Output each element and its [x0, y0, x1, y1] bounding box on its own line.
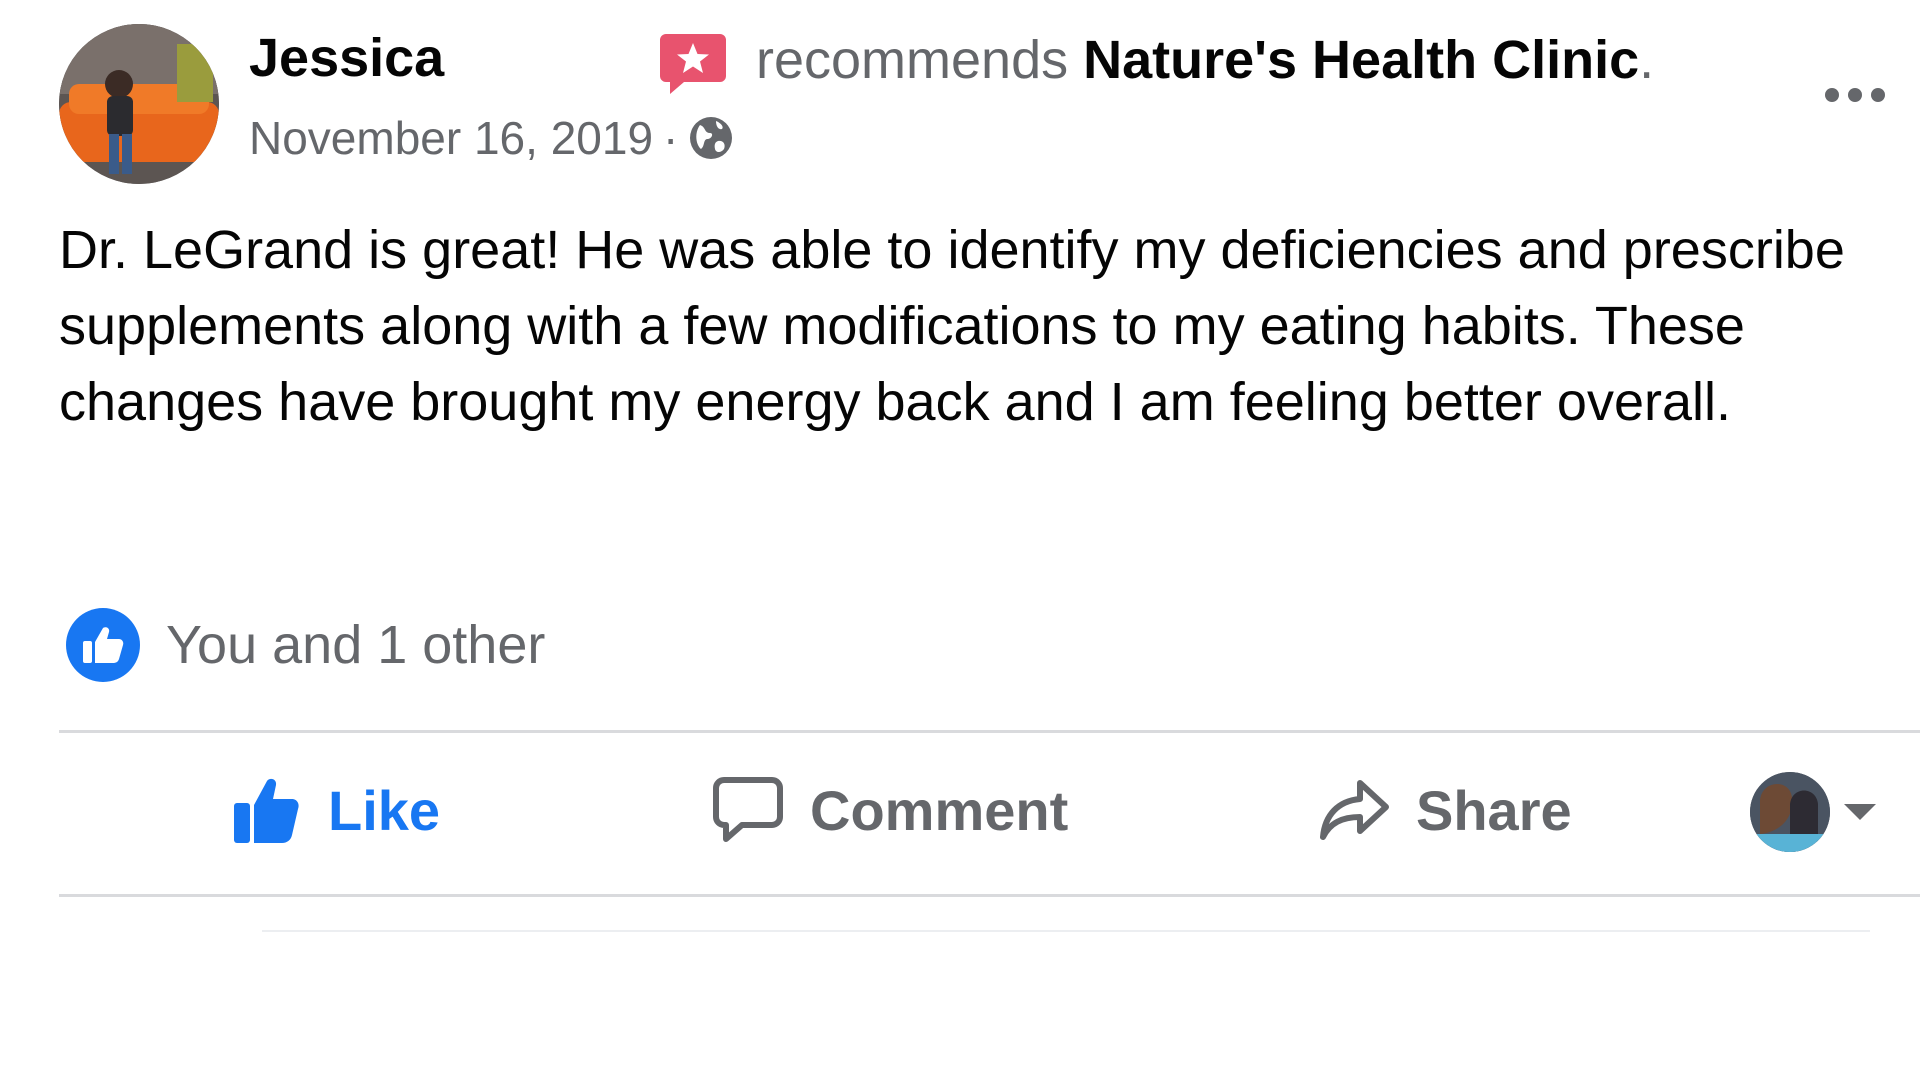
like-label: Like: [328, 778, 441, 842]
page-name-link[interactable]: Nature's Health Clinic: [1083, 30, 1639, 90]
comments-divider: [262, 930, 1870, 932]
meta-separator: ·: [663, 112, 679, 164]
reactions-summary[interactable]: You and 1 other: [66, 608, 545, 682]
post-meta: November 16, 2019 ·: [249, 110, 734, 166]
page-name-suffix: .: [1639, 30, 1655, 90]
recommends-label: recommends: [756, 30, 1069, 90]
divider-bottom: [59, 894, 1920, 897]
user-avatar: [1750, 772, 1830, 852]
comment-label: Comment: [810, 778, 1069, 842]
reactions-text[interactable]: You and 1 other: [166, 614, 545, 676]
globe-icon[interactable]: [688, 115, 734, 161]
like-button[interactable]: Like: [232, 770, 440, 850]
more-dot: [1848, 88, 1862, 102]
thumbs-up-icon: [232, 775, 302, 845]
chevron-down-icon: [1844, 804, 1876, 820]
more-dot: [1871, 88, 1885, 102]
comment-button[interactable]: Comment: [712, 770, 1068, 850]
divider-top: [59, 730, 1920, 733]
share-label: Share: [1416, 778, 1572, 842]
post-date[interactable]: November 16, 2019: [249, 110, 653, 166]
recommendation-icon: [658, 30, 728, 96]
author-name[interactable]: Jessica: [249, 26, 444, 90]
author-avatar[interactable]: [59, 24, 219, 184]
comment-icon: [712, 775, 784, 845]
more-options-icon[interactable]: [1810, 70, 1900, 120]
recommendation-line: recommends Nature's Health Clinic.: [756, 28, 1654, 92]
more-dot: [1825, 88, 1839, 102]
share-icon: [1318, 777, 1390, 843]
share-button[interactable]: Share: [1318, 770, 1572, 850]
like-reaction-icon: [66, 608, 140, 682]
post-text: Dr. LeGrand is great! He was able to ide…: [59, 220, 1845, 432]
post-as-selector[interactable]: [1750, 772, 1876, 852]
